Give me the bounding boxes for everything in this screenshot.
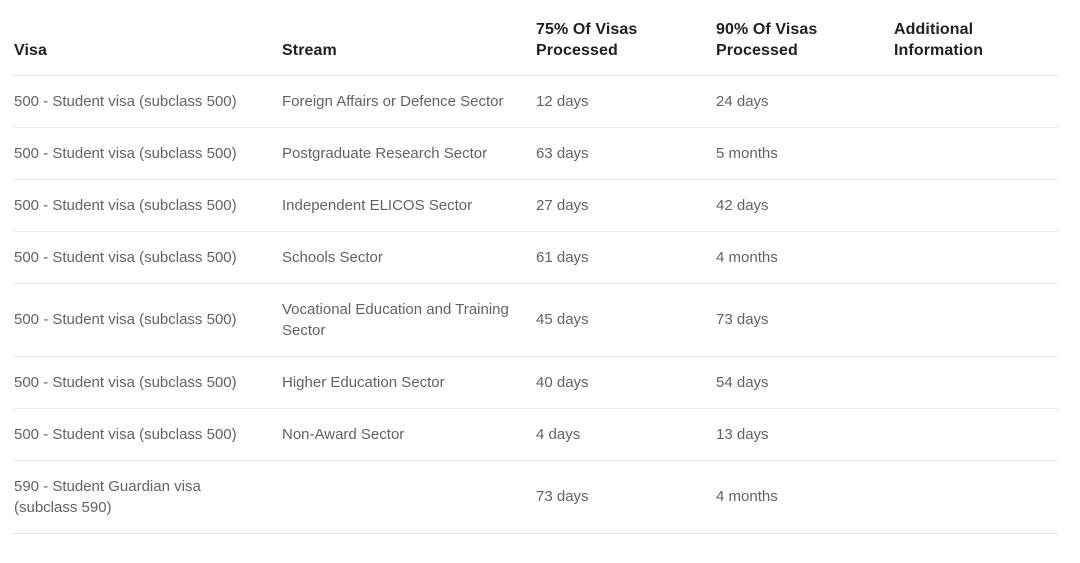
column-header-visa[interactable]: Visa: [12, 0, 278, 76]
cell-stream: Vocational Education and Training Sector: [278, 283, 532, 357]
cell-stream: Postgraduate Research Sector: [278, 127, 532, 180]
column-header-stream[interactable]: Stream: [278, 0, 532, 76]
cell-additional-information: [893, 408, 1058, 461]
cell-90-percent-processed: 4 months: [714, 460, 893, 534]
column-header-90-percent-processed[interactable]: 90% Of Visas Processed: [714, 0, 893, 76]
table-body: 500 - Student visa (subclass 500) Foreign…: [12, 75, 1058, 534]
table-row: 590 - Student Guardian visa (subclass 59…: [12, 460, 1058, 534]
table-row: 500 - Student visa (subclass 500) Indepen…: [12, 179, 1058, 232]
table-header-row: Visa Stream 75% Of Visas Processed 90% O…: [12, 0, 1058, 76]
column-header-additional-line-2: Information: [894, 41, 984, 59]
cell-stream: Schools Sector: [278, 231, 532, 284]
cell-stream: Foreign Affairs or Defence Sector: [278, 75, 532, 128]
cell-75-percent-processed: 73 days: [532, 460, 714, 534]
cell-stream: Non-Award Sector: [278, 408, 532, 461]
cell-75-percent-processed: 12 days: [532, 75, 714, 128]
cell-stream: [278, 460, 532, 534]
cell-visa: 590 - Student Guardian visa (subclass 59…: [12, 460, 278, 534]
cell-visa: 500 - Student visa (subclass 500): [12, 75, 278, 128]
cell-75-percent-processed: 40 days: [532, 356, 714, 409]
cell-visa: 500 - Student visa (subclass 500): [12, 231, 278, 284]
cell-90-percent-processed: 73 days: [714, 283, 893, 357]
column-header-90-line-1: 90% Of Visas: [716, 20, 818, 38]
column-header-stream-line-1: Stream: [282, 41, 337, 59]
cell-75-percent-processed: 27 days: [532, 179, 714, 232]
cell-75-percent-processed: 63 days: [532, 127, 714, 180]
column-header-75-line-2: Processed: [536, 41, 618, 59]
cell-additional-information: [893, 75, 1058, 128]
cell-90-percent-processed: 13 days: [714, 408, 893, 461]
cell-90-percent-processed: 54 days: [714, 356, 893, 409]
cell-visa: 500 - Student visa (subclass 500): [12, 408, 278, 461]
visa-processing-times-table: Visa Stream 75% Of Visas Processed 90% O…: [12, 0, 1058, 534]
cell-90-percent-processed: 4 months: [714, 231, 893, 284]
cell-75-percent-processed: 61 days: [532, 231, 714, 284]
cell-visa: 500 - Student visa (subclass 500): [12, 179, 278, 232]
cell-visa: 500 - Student visa (subclass 500): [12, 356, 278, 409]
table-row: 500 - Student visa (subclass 500) Schools…: [12, 231, 1058, 284]
cell-visa: 500 - Student visa (subclass 500): [12, 127, 278, 180]
table-row: 500 - Student visa (subclass 500) Foreign…: [12, 75, 1058, 128]
cell-90-percent-processed: 42 days: [714, 179, 893, 232]
cell-additional-information: [893, 283, 1058, 357]
table-row: 500 - Student visa (subclass 500) Vocatio…: [12, 283, 1058, 357]
cell-visa: 500 - Student visa (subclass 500): [12, 283, 278, 357]
cell-additional-information: [893, 231, 1058, 284]
visa-processing-times-table-wrapper: Visa Stream 75% Of Visas Processed 90% O…: [0, 0, 1080, 534]
cell-additional-information: [893, 460, 1058, 534]
cell-stream: Independent ELICOS Sector: [278, 179, 532, 232]
cell-75-percent-processed: 45 days: [532, 283, 714, 357]
column-header-75-percent-processed[interactable]: 75% Of Visas Processed: [532, 0, 714, 76]
cell-stream: Higher Education Sector: [278, 356, 532, 409]
cell-additional-information: [893, 356, 1058, 409]
column-header-90-line-2: Processed: [716, 41, 798, 59]
cell-75-percent-processed: 4 days: [532, 408, 714, 461]
column-header-75-line-1: 75% Of Visas: [536, 20, 638, 38]
column-header-visa-line-1: Visa: [14, 41, 48, 59]
cell-additional-information: [893, 179, 1058, 232]
column-header-additional-line-1: Additional: [894, 20, 974, 38]
cell-90-percent-processed: 5 months: [714, 127, 893, 180]
cell-90-percent-processed: 24 days: [714, 75, 893, 128]
table-row: 500 - Student visa (subclass 500) Higher …: [12, 356, 1058, 409]
table-header: Visa Stream 75% Of Visas Processed 90% O…: [12, 0, 1058, 76]
cell-additional-information: [893, 127, 1058, 180]
table-row: 500 - Student visa (subclass 500) Non-Awa…: [12, 408, 1058, 461]
column-header-additional-information[interactable]: Additional Information: [893, 0, 1058, 76]
table-row: 500 - Student visa (subclass 500) Postgra…: [12, 127, 1058, 180]
